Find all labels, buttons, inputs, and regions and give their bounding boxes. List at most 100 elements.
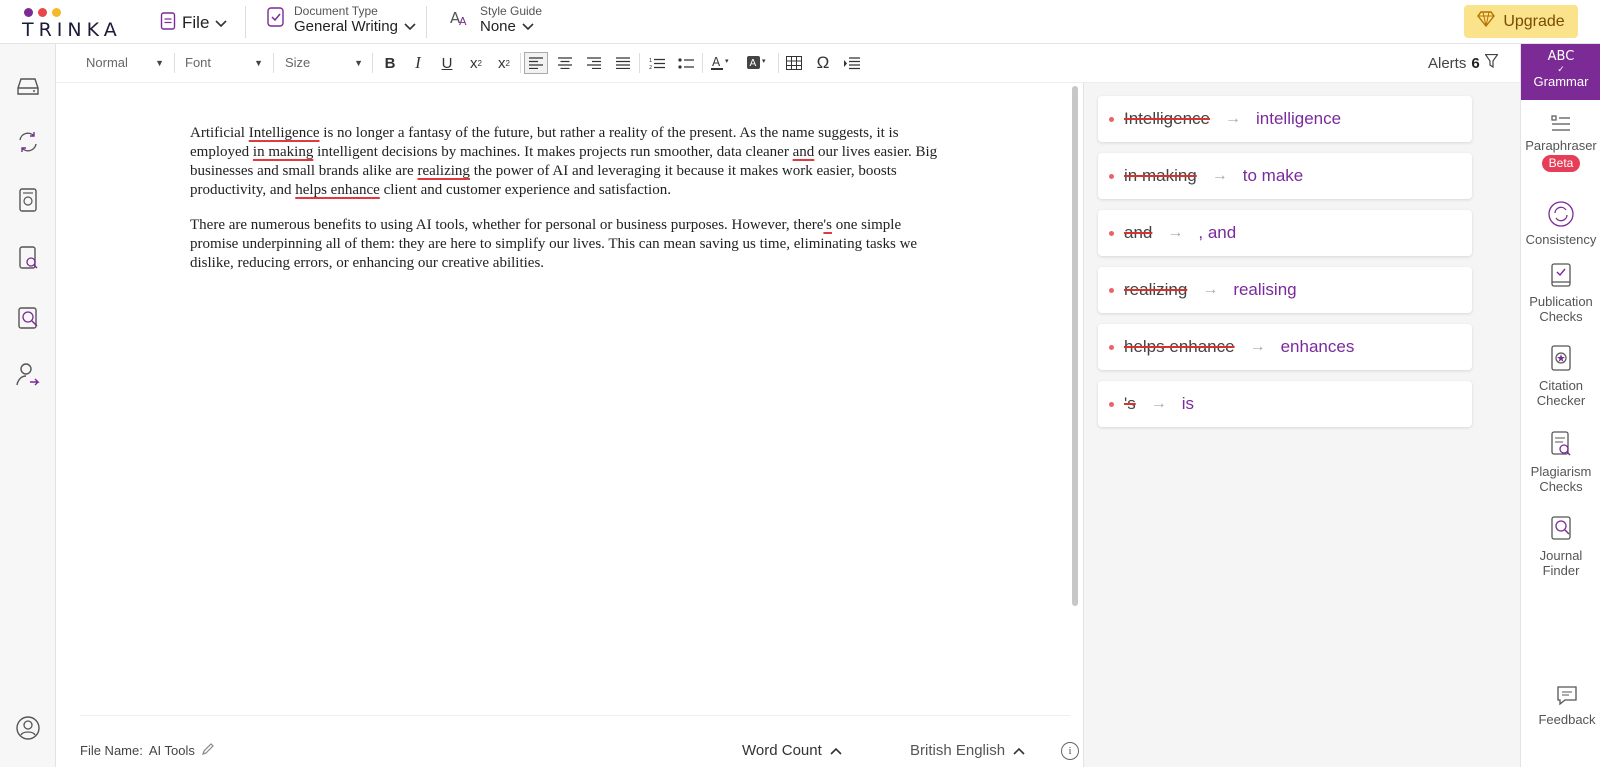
style-guide-label: Style Guide [480, 4, 543, 18]
grammar-icon: ABC [1547, 49, 1575, 64]
word-count-toggle[interactable]: Word Count [742, 742, 842, 759]
align-right-button[interactable] [582, 52, 606, 74]
flagged-text[interactable]: realizing [417, 163, 469, 179]
superscript-button[interactable]: x2 [492, 52, 516, 74]
special-character-button[interactable]: Ω [811, 52, 835, 74]
numbered-list-button[interactable]: 12 [645, 52, 669, 74]
pencil-icon[interactable] [201, 742, 215, 759]
suggested-text[interactable]: is [1182, 394, 1194, 414]
language-selector[interactable]: British English [910, 742, 1025, 759]
language-value: British English [910, 742, 1006, 759]
suggestion-card[interactable]: realizing → realising [1098, 267, 1472, 313]
bold-button[interactable]: B [378, 52, 402, 74]
info-icon[interactable]: i [1061, 742, 1079, 760]
editor-scrollbar[interactable] [1072, 86, 1078, 606]
divider [273, 53, 274, 73]
suggested-text[interactable]: , and [1198, 223, 1236, 243]
alert-dot [1109, 401, 1114, 407]
highlight-color-button[interactable]: A ▾ [744, 52, 772, 74]
original-text: in making [1124, 166, 1197, 185]
tool-citation-label-2: Checker [1536, 393, 1586, 408]
table-button[interactable] [782, 52, 806, 74]
tool-publication-checks[interactable]: Publication Checks [1521, 262, 1600, 324]
suggestion-card[interactable]: Intelligence → intelligence [1098, 96, 1472, 142]
document-type-selector[interactable]: Document Type General Writing [266, 4, 416, 35]
tool-consistency[interactable]: Consistency [1521, 200, 1600, 247]
document-check-icon [266, 6, 286, 33]
text-run: intelligent decisions by machines. It ma… [313, 144, 793, 160]
flagged-text[interactable]: 's [823, 217, 832, 233]
bullet-list-button[interactable] [674, 52, 698, 74]
tool-citation-checker[interactable]: Citation Checker [1521, 344, 1600, 408]
trinka-logo[interactable]: TRINKA [22, 8, 122, 41]
underline-button[interactable]: U [435, 52, 459, 74]
filter-icon [1484, 53, 1499, 72]
upgrade-label: Upgrade [1503, 12, 1565, 30]
tool-publication-label-1: Publication [1529, 294, 1593, 309]
tool-grammar[interactable]: ABC ✓ Grammar [1521, 44, 1600, 100]
profile-icon[interactable] [14, 714, 42, 742]
editor-paragraph[interactable]: Artificial Intelligence is no longer a f… [190, 124, 950, 200]
sync-icon[interactable] [14, 128, 42, 156]
align-center-button[interactable] [553, 52, 577, 74]
svg-text:1: 1 [649, 58, 652, 64]
file-name-field[interactable]: File Name: AI Tools [80, 742, 215, 759]
paragraph-style-select[interactable]: Normal ▼ [86, 55, 164, 70]
svg-text:A: A [459, 15, 467, 28]
suggestion-card[interactable]: helps enhance → enhances [1098, 324, 1472, 370]
suggested-text[interactable]: intelligence [1256, 109, 1341, 129]
size-select[interactable]: Size ▼ [285, 55, 363, 70]
journal-finder-icon [1521, 514, 1600, 544]
arrow-right-icon: → [1225, 110, 1242, 127]
original-text: Intelligence [1124, 109, 1211, 128]
drive-icon[interactable] [14, 72, 42, 100]
document-search-icon[interactable] [14, 244, 42, 272]
document-text[interactable]: Artificial Intelligence is no longer a f… [190, 124, 950, 289]
style-guide-value: None [480, 18, 516, 35]
tool-feedback[interactable]: Feedback [1527, 684, 1600, 727]
align-left-button[interactable] [524, 52, 548, 74]
alert-dot [1109, 116, 1114, 122]
suggested-text[interactable]: realising [1233, 280, 1296, 300]
subscript-button[interactable]: x2 [464, 52, 488, 74]
tool-plagiarism-checks[interactable]: Plagiarism Checks [1521, 430, 1600, 494]
flagged-text[interactable]: and [793, 144, 815, 160]
divider [778, 53, 779, 73]
justify-button[interactable] [611, 52, 635, 74]
text-run: There are numerous benefits to using AI … [190, 217, 824, 233]
paragraph-style-value: Normal [86, 55, 128, 70]
certificate-icon[interactable] [14, 186, 42, 214]
file-menu[interactable]: File [160, 10, 227, 36]
font-select[interactable]: Font ▼ [185, 55, 263, 70]
suggestion-card[interactable]: and → , and [1098, 210, 1472, 256]
editor-area[interactable]: Artificial Intelligence is no longer a f… [56, 83, 1084, 767]
text-color-button[interactable]: A ▾ [708, 52, 736, 74]
suggestion-card[interactable]: 's → is [1098, 381, 1472, 427]
tool-paraphraser-label: Paraphraser [1525, 138, 1597, 153]
indent-button[interactable] [840, 52, 864, 74]
journal-icon[interactable] [14, 304, 42, 332]
suggested-text[interactable]: to make [1243, 166, 1303, 186]
tool-journal-finder[interactable]: Journal Finder [1521, 514, 1600, 578]
suggested-text[interactable]: enhances [1281, 337, 1355, 357]
suggestions-panel: Intelligence → intelligence in making → to m… [1084, 83, 1520, 767]
tool-journal-label-1: Journal [1539, 548, 1583, 563]
style-guide-icon: AA [450, 6, 472, 33]
upgrade-button[interactable]: Upgrade [1464, 5, 1578, 38]
flagged-text[interactable]: in making [253, 144, 313, 160]
editor-paragraph[interactable]: There are numerous benefits to using AI … [190, 216, 950, 273]
divider [639, 53, 640, 73]
alerts-filter[interactable]: Alerts 6 [1428, 53, 1499, 72]
tool-paraphraser[interactable]: Paraphraser Beta [1521, 114, 1600, 172]
style-guide-selector[interactable]: AA Style Guide None [450, 4, 542, 35]
flagged-text[interactable]: helps enhance [295, 182, 380, 198]
text-run: Artificial [190, 125, 249, 141]
italic-button[interactable]: I [406, 52, 430, 74]
original-text: helps enhance [1124, 337, 1235, 356]
flagged-text[interactable]: Intelligence [249, 125, 320, 141]
alerts-label: Alerts [1428, 54, 1467, 72]
top-bar: TRINKA File Document Type General Writin… [0, 0, 1600, 44]
user-share-icon[interactable] [14, 360, 42, 388]
suggestion-card[interactable]: in making → to make [1098, 153, 1472, 199]
size-value: Size [285, 55, 311, 70]
